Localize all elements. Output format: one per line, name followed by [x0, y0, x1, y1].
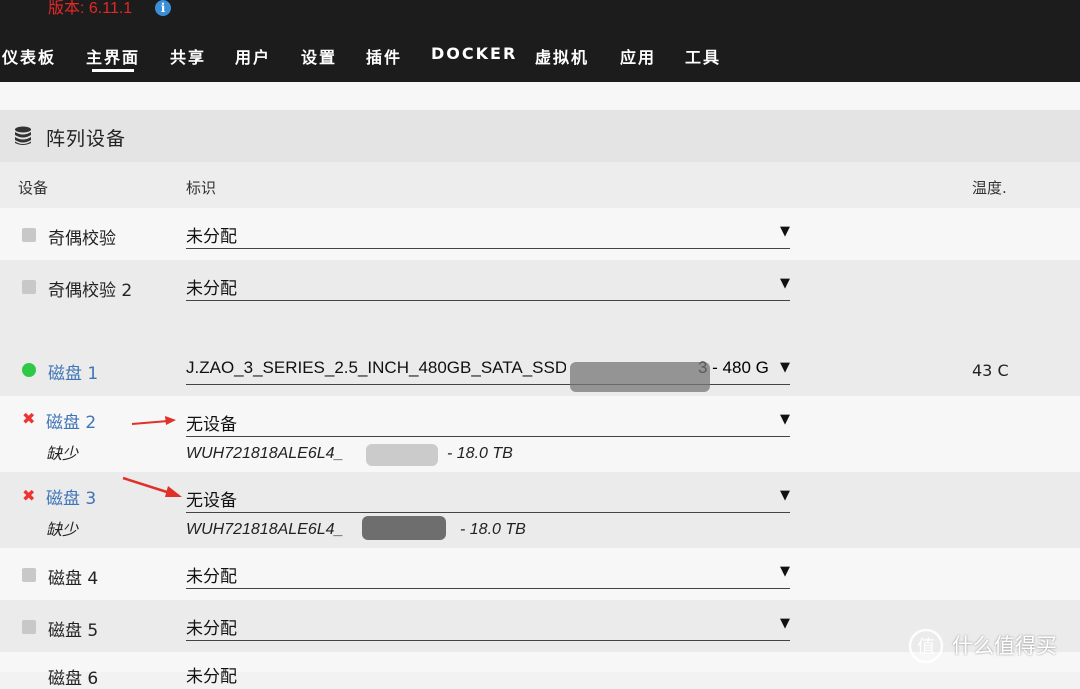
disk-size: - 18.0 TB — [447, 445, 513, 462]
tab-tools[interactable]: 工具 — [685, 44, 721, 68]
disk-serial: WUH721818ALE6L4_ — [186, 445, 344, 462]
tab-plugins[interactable]: 插件 — [366, 44, 402, 68]
device-select[interactable]: 无设备 ▼ — [186, 410, 790, 437]
device-name: 磁盘 6 — [48, 669, 99, 689]
panel-header — [0, 110, 1080, 162]
col-device: 设备 — [18, 179, 49, 197]
tab-settings[interactable]: 设置 — [301, 44, 337, 68]
database-icon — [15, 126, 31, 145]
missing-label: 缺少 — [46, 520, 79, 539]
device-select[interactable]: 无设备 ▼ — [186, 486, 790, 513]
top-bar: 版本: 6.11.1 i 仪表板 主界面 共享 用户 设置 插件 DOCKER … — [0, 0, 1080, 82]
caret-down-icon: ▼ — [780, 616, 790, 631]
caret-down-icon: ▼ — [780, 564, 790, 579]
status-gray-icon — [22, 568, 36, 582]
missing-label: 缺少 — [46, 444, 79, 463]
caret-down-icon: ▼ — [780, 276, 790, 291]
device-name: 磁盘 4 — [48, 569, 99, 589]
tab-vms[interactable]: 虚拟机 — [535, 44, 589, 68]
col-identity: 标识 — [186, 179, 217, 197]
redaction-blur — [366, 444, 438, 466]
device-name: 奇偶校验 — [48, 229, 116, 249]
select-value: 未分配 — [186, 227, 237, 246]
select-value: J.ZAO_3_SERIES_2.5_INCH_480GB_SATA_SSD_ — [186, 358, 566, 377]
tab-main[interactable]: 主界面 — [86, 44, 140, 72]
redaction-blur — [362, 516, 446, 540]
device-name: 磁盘 5 — [48, 621, 99, 641]
device-select[interactable]: 未分配 ▼ — [186, 222, 790, 249]
device-link-disk3[interactable]: 磁盘 3 — [46, 484, 96, 509]
col-temp: 温度. — [972, 179, 1007, 197]
device-link-disk1[interactable]: 磁盘 1 — [48, 359, 98, 384]
select-value: 未分配 — [186, 619, 237, 638]
device-select[interactable]: 未分配 — [186, 662, 790, 688]
tab-shares[interactable]: 共享 — [170, 44, 206, 68]
status-gray-icon — [22, 280, 36, 294]
device-select[interactable]: 未分配 ▼ — [186, 562, 790, 589]
svg-text:值: 值 — [917, 637, 935, 658]
tab-docker[interactable]: DOCKER — [431, 44, 517, 63]
zhide-logo-icon: 值 — [908, 628, 944, 664]
info-icon[interactable]: i — [155, 0, 171, 16]
annotation-arrow-icon — [122, 476, 182, 497]
caret-down-icon: ▼ — [780, 360, 790, 375]
tab-apps[interactable]: 应用 — [620, 44, 656, 68]
tab-dashboard[interactable]: 仪表板 — [2, 44, 56, 68]
device-link-disk2[interactable]: 磁盘 2 — [46, 408, 96, 433]
disk-serial: WUH721818ALE6L4_ — [186, 521, 344, 538]
device-select[interactable]: 未分配 ▼ — [186, 614, 790, 641]
version-label: 版本: 6.11.1 — [48, 0, 133, 17]
device-select[interactable]: 未分配 ▼ — [186, 274, 790, 301]
select-value: 无设备 — [186, 491, 237, 510]
device-name: 奇偶校验 2 — [48, 281, 133, 301]
panel-title: 阵列设备 — [46, 128, 127, 150]
status-gray-icon — [22, 620, 36, 634]
select-value: 无设备 — [186, 415, 237, 434]
status-error-icon: ✖ — [22, 486, 36, 505]
select-value: 未分配 — [186, 667, 237, 686]
spacer — [0, 82, 1080, 110]
table-header — [0, 162, 1080, 208]
status-error-icon: ✖ — [22, 409, 36, 428]
caret-down-icon: ▼ — [780, 412, 790, 427]
select-value: 未分配 — [186, 567, 237, 586]
tab-users[interactable]: 用户 — [235, 44, 271, 68]
temperature: 43 C — [972, 361, 1009, 380]
redaction-blur — [570, 362, 710, 392]
status-gray-icon — [22, 228, 36, 242]
caret-down-icon: ▼ — [780, 224, 790, 239]
status-green-icon — [22, 363, 36, 377]
annotation-arrow-icon — [131, 416, 176, 425]
watermark-text: 什么值得买 — [952, 634, 1057, 658]
disk-size: - 18.0 TB — [460, 521, 526, 538]
select-value: 未分配 — [186, 279, 237, 298]
caret-down-icon: ▼ — [780, 488, 790, 503]
